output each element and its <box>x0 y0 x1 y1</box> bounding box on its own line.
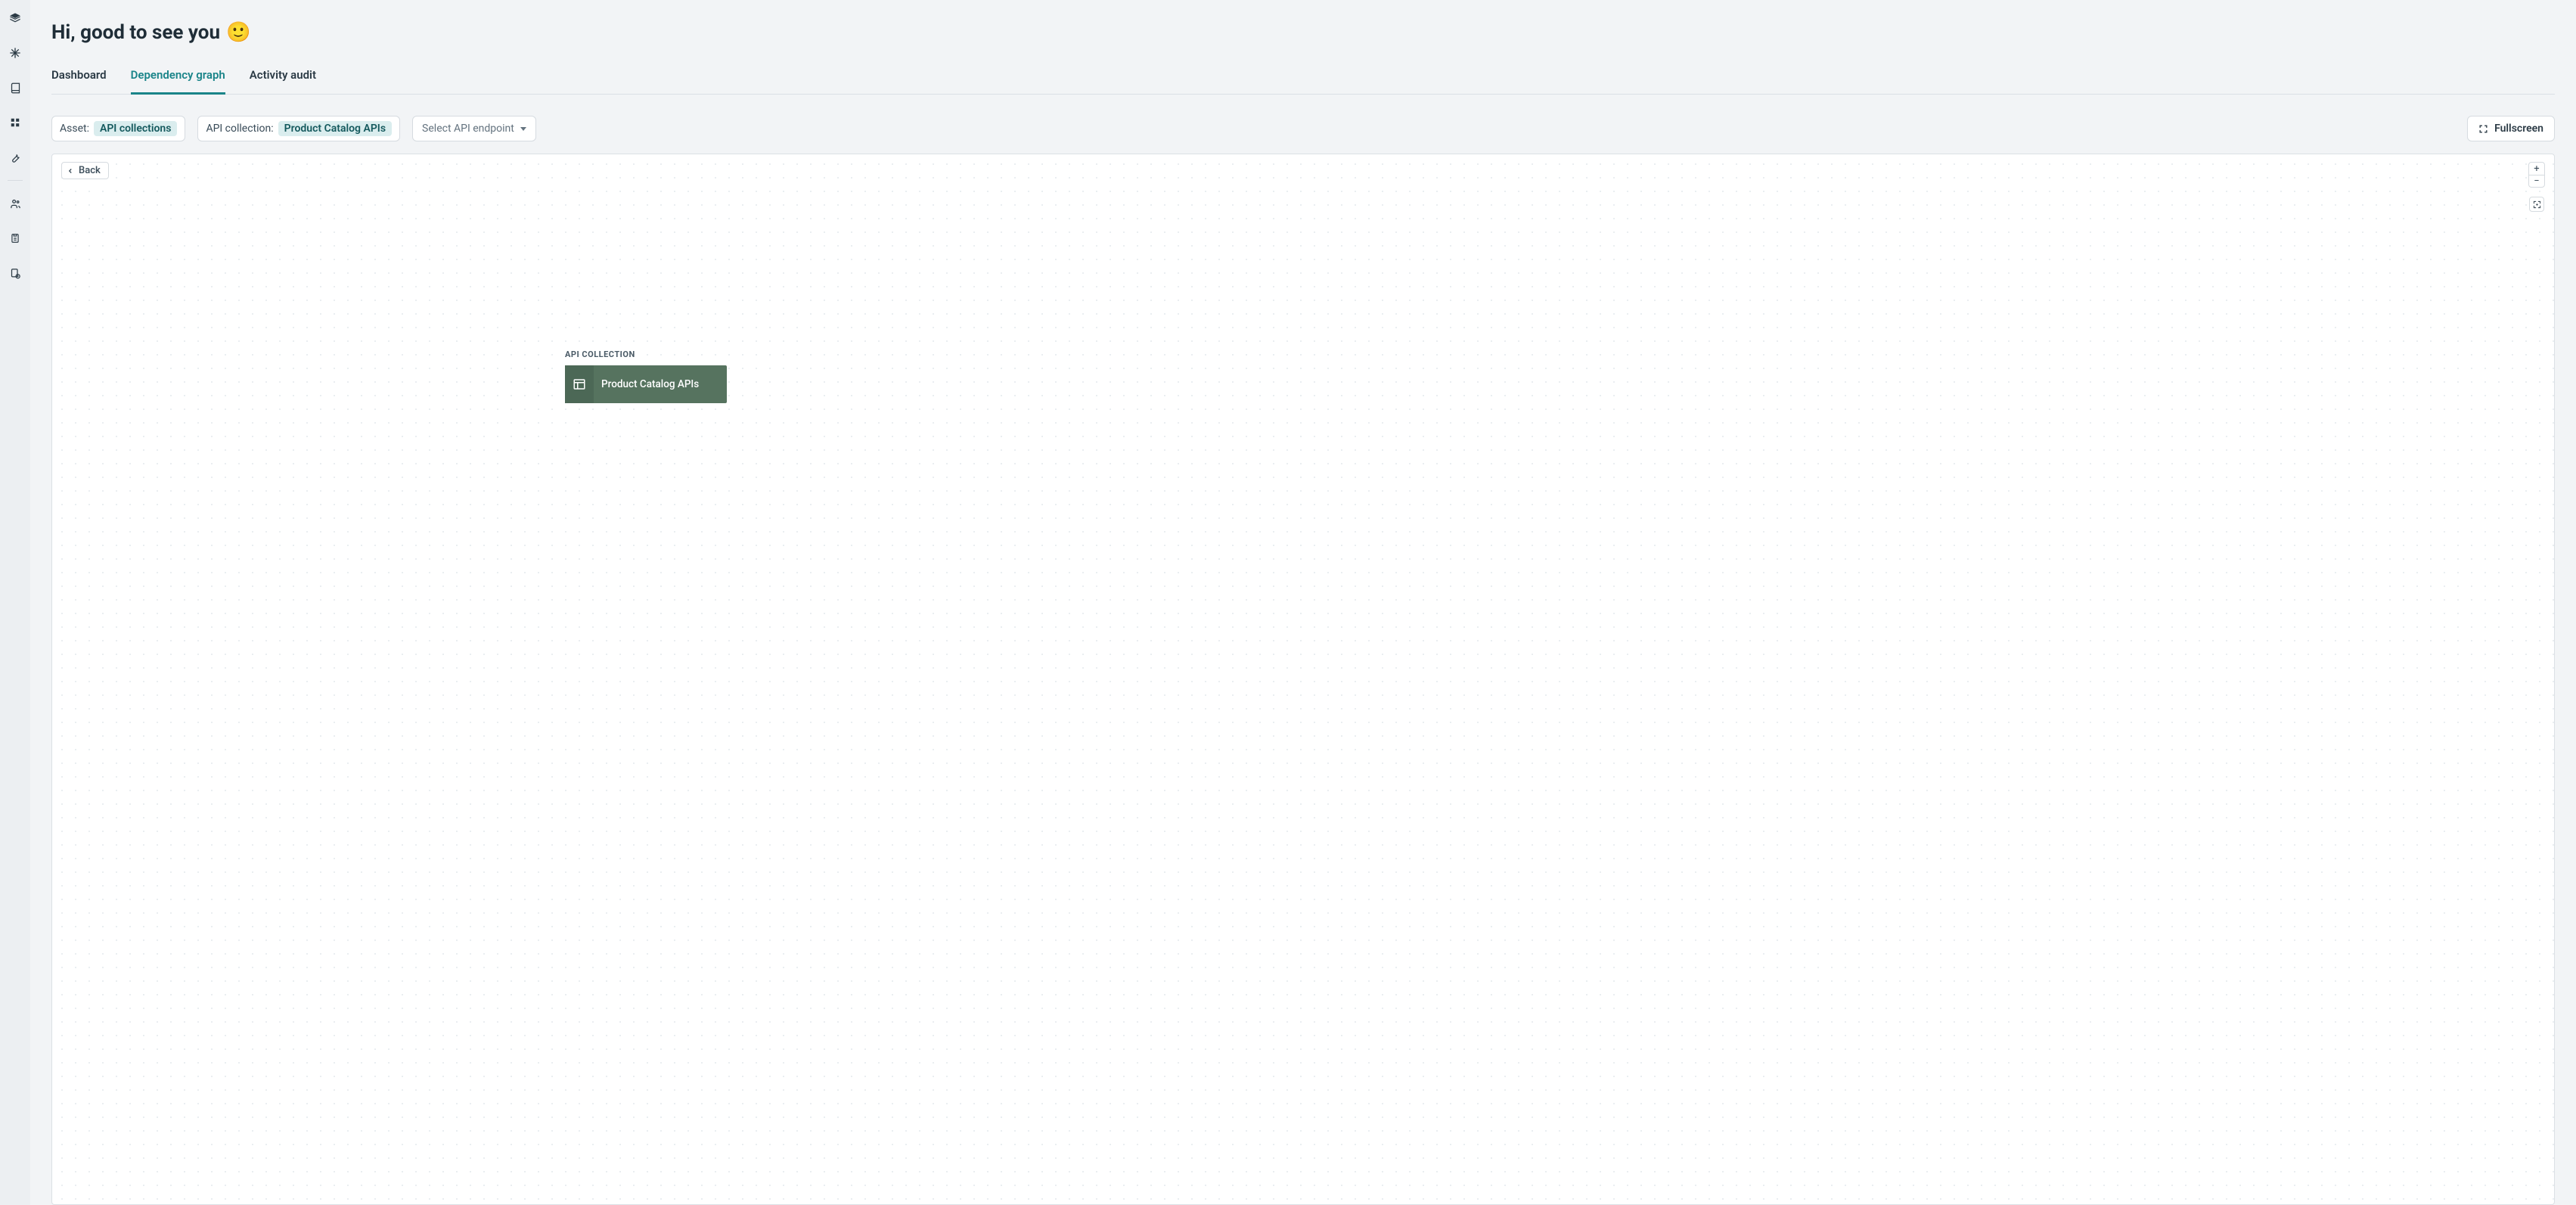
zoom-controls: + − <box>2528 162 2545 212</box>
tab-activity-audit[interactable]: Activity audit <box>250 68 316 95</box>
zoom-fit-button[interactable] <box>2529 197 2544 212</box>
back-label: Back <box>79 165 101 176</box>
page-title-text: Hi, good to see you <box>51 21 220 44</box>
node-type-label: API COLLECTION <box>565 349 727 359</box>
sidebar-item-grid[interactable] <box>6 113 24 132</box>
filter-row: Asset: API collections API collection: P… <box>51 116 2555 141</box>
database-table-icon <box>573 377 586 391</box>
select-endpoint-label: Select API endpoint <box>422 123 514 135</box>
zoom-group: + − <box>2528 162 2545 188</box>
book-icon <box>10 82 21 94</box>
node-icon-wrap <box>565 365 594 403</box>
chevron-down-icon <box>520 127 526 131</box>
page-title-emoji: 🙂 <box>226 21 250 44</box>
filter-asset-label: Asset: <box>60 123 89 135</box>
zoom-in-button[interactable]: + <box>2529 163 2544 175</box>
layers-icon <box>9 12 21 24</box>
clipboard-clock-icon <box>10 268 21 279</box>
filter-collection[interactable]: API collection: Product Catalog APIs <box>197 116 400 141</box>
chevron-left-icon <box>67 167 74 175</box>
fullscreen-label: Fullscreen <box>2494 123 2543 135</box>
back-button[interactable]: Back <box>61 162 109 179</box>
select-endpoint[interactable]: Select API endpoint <box>412 116 536 141</box>
sidebar-item-settings[interactable] <box>6 148 24 166</box>
clipboard-icon <box>10 233 20 244</box>
users-icon <box>10 198 21 210</box>
filter-collection-value: Product Catalog APIs <box>278 121 392 136</box>
sidebar-item-report[interactable] <box>6 229 24 247</box>
node-title: Product Catalog APIs <box>594 365 727 403</box>
fullscreen-icon <box>2478 124 2488 134</box>
sidebar-item-review[interactable] <box>6 264 24 282</box>
fullscreen-button[interactable]: Fullscreen <box>2467 116 2555 141</box>
tab-dashboard[interactable]: Dashboard <box>51 68 107 95</box>
zoom-out-button[interactable]: − <box>2529 175 2544 187</box>
sidebar <box>0 0 30 1205</box>
main-content: Hi, good to see you 🙂 Dashboard Dependen… <box>30 0 2576 1205</box>
filter-asset-value: API collections <box>94 121 177 136</box>
sidebar-item-docs[interactable] <box>6 79 24 97</box>
sidebar-divider <box>8 180 23 181</box>
node-card[interactable]: Product Catalog APIs <box>565 365 727 403</box>
sidebar-item-users[interactable] <box>6 194 24 213</box>
filter-asset[interactable]: Asset: API collections <box>51 116 185 141</box>
sidebar-item-explore[interactable] <box>6 44 24 62</box>
graph-node: API COLLECTION Product Catalog APIs <box>565 349 727 403</box>
tabs: Dashboard Dependency graph Activity audi… <box>51 68 2555 95</box>
dependency-canvas[interactable]: Back + − API COLLECTION <box>51 154 2555 1205</box>
filter-collection-label: API collection: <box>206 123 273 135</box>
snowflake-icon <box>9 47 21 59</box>
fit-icon <box>2533 200 2541 209</box>
page-title: Hi, good to see you 🙂 <box>51 21 2555 44</box>
wrench-icon <box>10 152 21 163</box>
tab-dependency-graph[interactable]: Dependency graph <box>131 68 225 95</box>
sidebar-item-layers[interactable] <box>6 9 24 27</box>
grid-icon <box>10 117 20 128</box>
